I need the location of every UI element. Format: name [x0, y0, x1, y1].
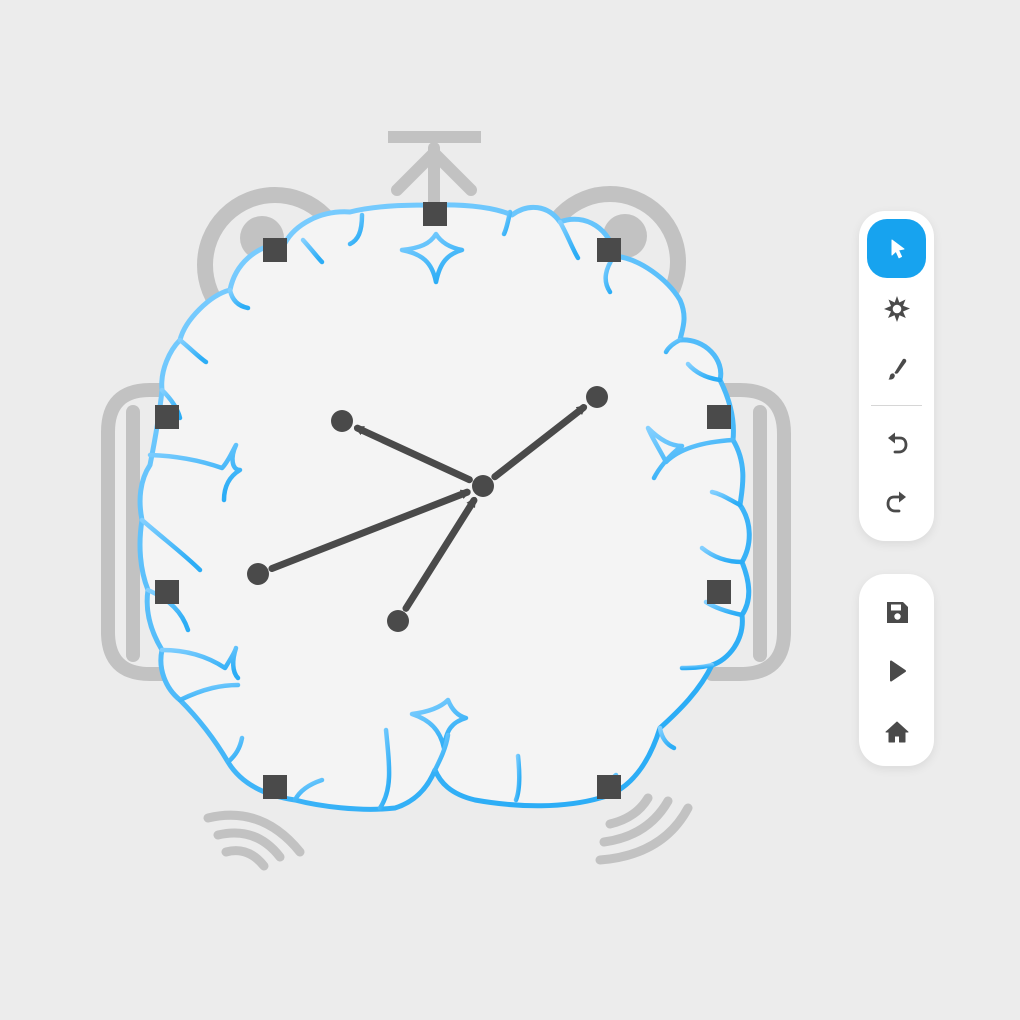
tool-panel	[859, 211, 934, 541]
brush-icon	[888, 358, 906, 380]
resize-handle-2[interactable]	[263, 238, 287, 262]
cursor-arrow-icon	[891, 239, 904, 258]
resize-handle-1[interactable]	[423, 202, 447, 226]
ghost-top-arrow	[388, 131, 481, 216]
resize-handle-8[interactable]	[263, 775, 287, 799]
save-button[interactable]	[867, 582, 926, 641]
spiky-gear-icon	[883, 295, 910, 322]
gear-tool-button[interactable]	[867, 279, 926, 338]
resize-handle-4[interactable]	[155, 405, 179, 429]
floppy-disk-icon	[886, 601, 908, 623]
resize-handle-9[interactable]	[597, 775, 621, 799]
undo-icon	[887, 432, 907, 453]
resize-handle-6[interactable]	[155, 580, 179, 604]
home-icon	[885, 721, 908, 742]
redo-button[interactable]	[867, 473, 926, 532]
ghost-wave-left	[203, 810, 305, 871]
toolbar-divider	[871, 405, 922, 406]
action-panel	[859, 574, 934, 766]
graph-node-1[interactable]	[331, 410, 353, 432]
resize-handle-5[interactable]	[707, 405, 731, 429]
resize-handle-3[interactable]	[597, 238, 621, 262]
brush-tool-button[interactable]	[867, 339, 926, 398]
graph-node-2[interactable]	[586, 386, 608, 408]
redo-icon	[886, 491, 906, 512]
play-icon	[889, 660, 906, 681]
hub-node[interactable]	[472, 475, 494, 497]
ghost-wave-right	[595, 793, 693, 865]
home-button[interactable]	[867, 702, 926, 761]
undo-button[interactable]	[867, 414, 926, 473]
graph-node-3[interactable]	[247, 563, 269, 585]
resize-handle-7[interactable]	[707, 580, 731, 604]
select-tool-button[interactable]	[867, 219, 926, 278]
graph-node-4[interactable]	[387, 610, 409, 632]
play-button[interactable]	[867, 641, 926, 700]
